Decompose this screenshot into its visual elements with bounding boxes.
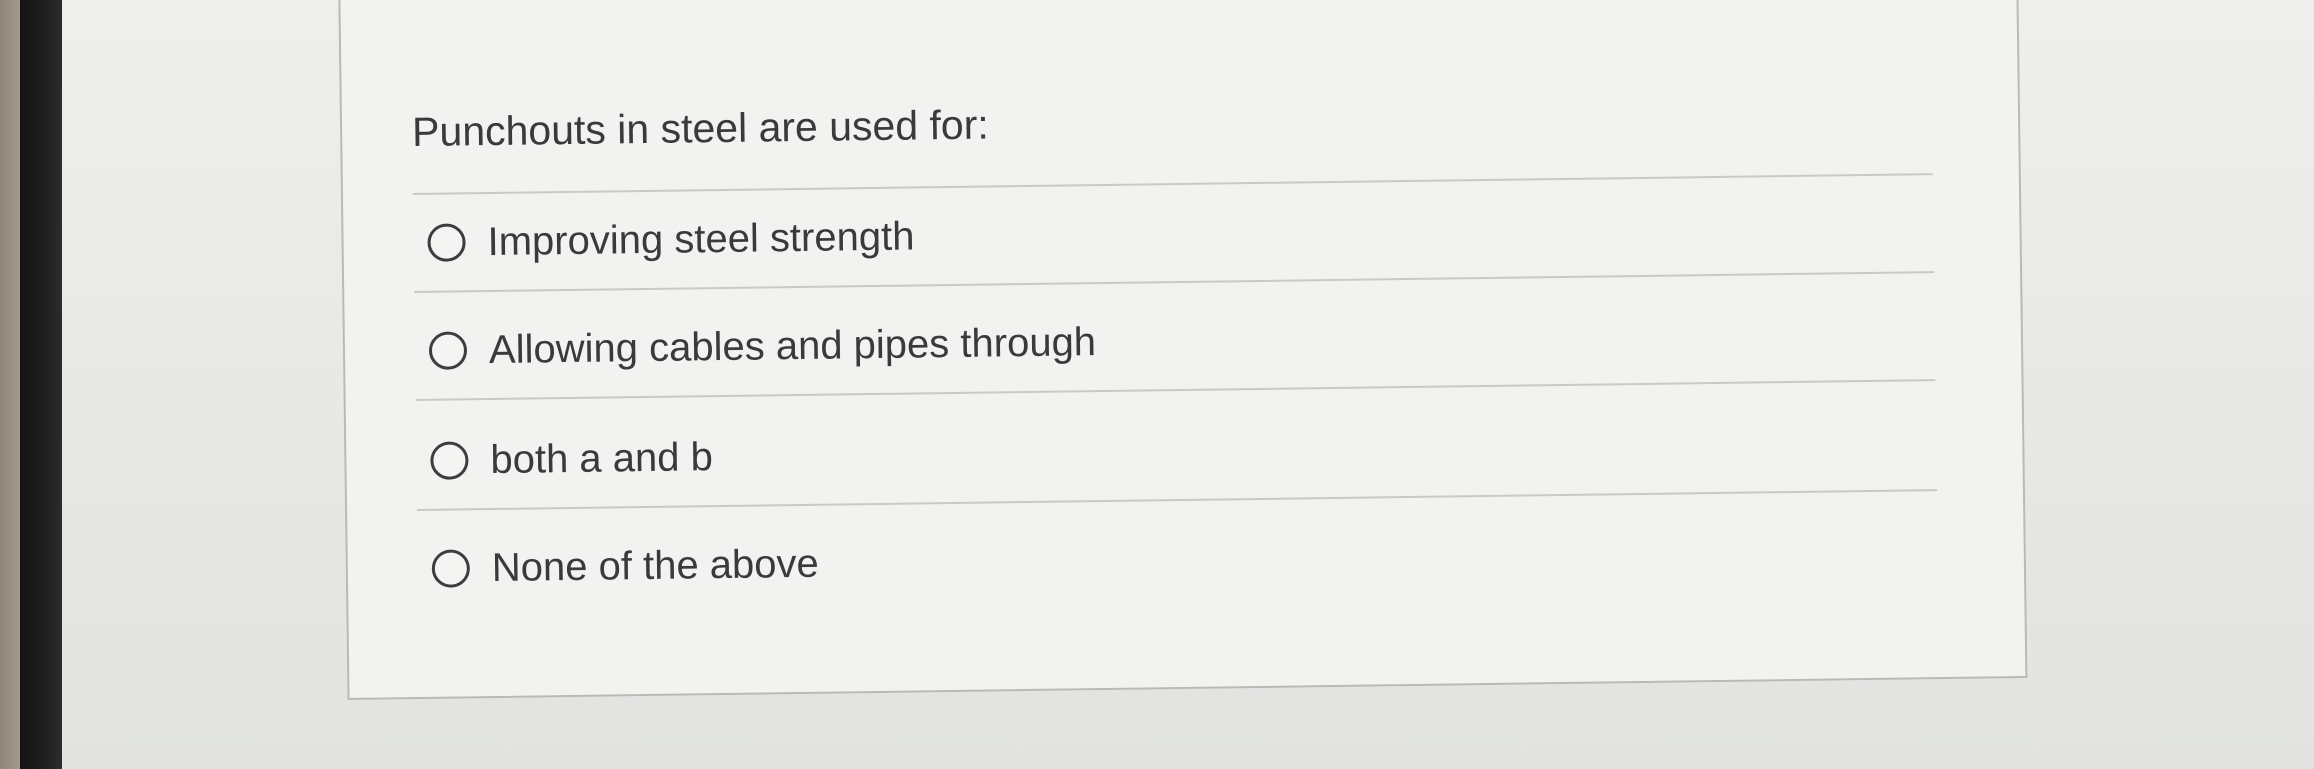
option-label: Improving steel strength: [487, 213, 915, 264]
radio-button-icon[interactable]: [430, 441, 469, 480]
option-improving-steel-strength[interactable]: Improving steel strength: [413, 187, 1934, 279]
option-label: both a and b: [490, 434, 714, 482]
option-both-a-and-b[interactable]: both a and b: [416, 405, 1937, 497]
radio-button-icon[interactable]: [431, 549, 471, 588]
question-text: Punchouts in steel are used for:: [411, 101, 990, 156]
monitor-bezel-edge: [20, 0, 62, 769]
radio-button-icon[interactable]: [428, 331, 468, 370]
radio-button-icon[interactable]: [427, 223, 466, 262]
option-allowing-cables-and-pipes[interactable]: Allowing cables and pipes through: [415, 295, 1936, 387]
monitor-bezel: [0, 0, 20, 769]
option-none-of-the-above[interactable]: None of the above: [417, 513, 1938, 605]
option-label: None of the above: [491, 541, 820, 590]
question-card: Punchouts in steel are used for: Improvi…: [338, 0, 2028, 700]
option-label: Allowing cables and pipes through: [488, 319, 1097, 372]
